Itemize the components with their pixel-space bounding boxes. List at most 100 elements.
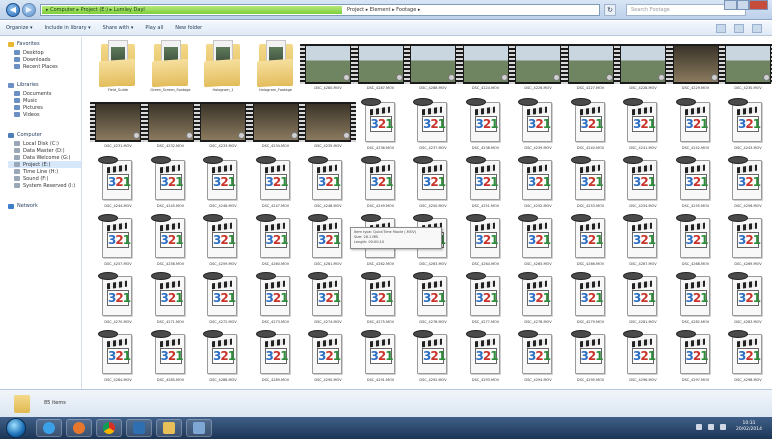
libraries-header[interactable]: Libraries — [8, 82, 81, 88]
new-folder-button[interactable]: New folder — [175, 25, 202, 31]
media-file-item[interactable]: 321 DSC_4256.MOV — [718, 156, 772, 214]
media-file-item[interactable]: 321 DSC_4298.MOV — [718, 330, 772, 388]
media-file-item[interactable]: 321 DSC_4257.MOV — [88, 214, 148, 272]
preview-pane-icon[interactable] — [734, 24, 744, 33]
media-file-item[interactable]: 321 DSC_4241.MOV — [613, 98, 673, 156]
maximize-button[interactable] — [736, 0, 750, 10]
taskbar-explorer-button[interactable] — [156, 419, 182, 437]
taskbar-app-button[interactable] — [186, 419, 212, 437]
media-file-item[interactable]: 321 DSC_4247.MOV — [246, 156, 306, 214]
media-file-item[interactable]: 321 DSC_4259.MOV — [193, 214, 253, 272]
taskbar-ie-button[interactable] — [36, 419, 62, 437]
nav-item-drive-h[interactable]: Time Line (H:) — [8, 168, 81, 175]
network-header[interactable]: Network — [8, 203, 81, 209]
media-file-item[interactable]: 321 DSC_4255.MOV — [666, 156, 726, 214]
video-file-item[interactable]: DSC_4228.MOV — [613, 40, 673, 98]
nav-item-drive-e[interactable]: Project (E:) — [8, 161, 81, 168]
folder-item[interactable]: Green_Screen_Footage — [141, 40, 201, 98]
media-file-item[interactable]: 321 DSC_4244.MOV — [88, 156, 148, 214]
media-file-item[interactable]: 321 DSC_4293.MOV — [456, 330, 516, 388]
network-status-icon[interactable] — [708, 424, 714, 430]
video-file-item[interactable]: DSC_4231.MOV — [88, 98, 148, 156]
minimize-button[interactable] — [724, 0, 737, 10]
media-file-item[interactable]: 321 DSC_4274.MOV — [298, 272, 358, 330]
media-file-item[interactable]: 321 DSC_4239.MOV — [508, 98, 568, 156]
media-file-item[interactable]: 321 DSC_4294.MOV — [508, 330, 568, 388]
media-file-item[interactable]: 321 DSC_4249.MOV — [351, 156, 411, 214]
media-file-item[interactable]: 321 DSC_4252.MOV — [508, 156, 568, 214]
media-file-item[interactable]: 321 DSC_4270.MOV — [88, 272, 148, 330]
video-file-item[interactable]: DSC_4287.MOV — [351, 40, 411, 98]
media-file-item[interactable]: 321 DSC_4297.MOV — [666, 330, 726, 388]
media-file-item[interactable]: 321 DSC_4254.MOV — [613, 156, 673, 214]
media-file-item[interactable]: 321 DSC_4290.MOV — [298, 330, 358, 388]
media-file-item[interactable]: 321 DSC_4265.MOV — [508, 214, 568, 272]
media-file-item[interactable]: 321 DSC_4250.MOV — [403, 156, 463, 214]
media-file-item[interactable]: 321 DSC_4289.MOV — [246, 330, 306, 388]
media-file-item[interactable]: 321 DSC_4269.MOV — [718, 214, 772, 272]
media-file-item[interactable]: 321 DSC_4267.MOV — [613, 214, 673, 272]
nav-item-recent-places[interactable]: Recent Places — [8, 63, 81, 70]
taskbar-chrome-button[interactable] — [96, 419, 122, 437]
media-file-item[interactable]: 321 DSC_4272.MOV — [193, 272, 253, 330]
media-file-item[interactable]: 321 DSC_4245.MOV — [141, 156, 201, 214]
video-file-item[interactable]: DSC_4288.MOV — [403, 40, 463, 98]
address-path-highlight[interactable]: ▸ Computer ▸ Project (E:) ▸ Lumley Dayl — [42, 6, 342, 14]
address-bar[interactable]: ▸ Computer ▸ Project (E:) ▸ Lumley Dayl … — [40, 4, 600, 16]
media-file-item[interactable]: 321 DSC_4266.MOV — [561, 214, 621, 272]
folder-item[interactable]: Hologram_1 — [193, 40, 253, 98]
media-file-item[interactable]: 321 DSC_4284.MOV — [88, 330, 148, 388]
video-file-item[interactable]: DSC_4226.MOV — [508, 40, 568, 98]
media-file-item[interactable]: 321 DSC_4285.MOV — [141, 330, 201, 388]
nav-item-downloads[interactable]: Downloads — [8, 56, 81, 63]
taskbar-media-button[interactable] — [126, 419, 152, 437]
folder-item[interactable]: Hologram_Footage — [246, 40, 306, 98]
media-file-item[interactable]: 321 DSC_4291.MOV — [351, 330, 411, 388]
media-file-item[interactable]: 321 DSC_4292.MOV — [403, 330, 463, 388]
back-button[interactable]: ◀ — [6, 3, 20, 17]
media-file-item[interactable]: 321 DSC_4240.MOV — [561, 98, 621, 156]
favorites-header[interactable]: Favorites — [8, 41, 81, 47]
nav-item-videos[interactable]: Videos — [8, 111, 81, 118]
clock[interactable]: 10:31 20/02/2014 — [732, 421, 766, 433]
volume-icon[interactable] — [720, 424, 726, 430]
video-file-item[interactable]: DSC_4234.MOV — [246, 98, 306, 156]
media-file-item[interactable]: 321 DSC_4286.MOV — [193, 330, 253, 388]
media-file-item[interactable]: 321 DSC_4273.MOV — [246, 272, 306, 330]
help-icon[interactable] — [752, 24, 762, 33]
video-file-item[interactable]: DSC_4235.MOV — [298, 98, 358, 156]
media-file-item[interactable]: 321 DSC_4237.MOV — [403, 98, 463, 156]
media-file-item[interactable]: 321 DSC_4260.MOV — [246, 214, 306, 272]
media-file-item[interactable]: 321 DSC_4238.MOV — [456, 98, 516, 156]
video-file-item[interactable]: DSC_4230.MOV — [718, 40, 772, 98]
nav-item-documents[interactable]: Documents — [8, 90, 81, 97]
share-with-menu[interactable]: Share with ▾ — [103, 25, 134, 31]
media-file-item[interactable]: 321 DSC_4275.MOV — [351, 272, 411, 330]
media-file-item[interactable]: 321 DSC_4296.MOV — [613, 330, 673, 388]
taskbar-firefox-button[interactable] — [66, 419, 92, 437]
media-file-item[interactable]: 321 DSC_4251.MOV — [456, 156, 516, 214]
media-file-item[interactable]: 321 DSC_4279.MOV — [561, 272, 621, 330]
media-file-item[interactable]: 321 DSC_4246.MOV — [193, 156, 253, 214]
media-file-item[interactable]: 321 DSC_4242.MOV — [666, 98, 726, 156]
nav-item-drive-g[interactable]: Data Welcome (G:) — [8, 154, 81, 161]
play-all-button[interactable]: Play all — [145, 25, 163, 31]
organize-menu[interactable]: Organize ▾ — [6, 25, 33, 31]
change-view-icon[interactable] — [716, 24, 726, 33]
media-file-item[interactable]: 321 DSC_4268.MOV — [666, 214, 726, 272]
forward-button[interactable]: ▶ — [22, 3, 36, 17]
media-file-item[interactable]: 321 DSC_4264.MOV — [456, 214, 516, 272]
media-file-item[interactable]: 321 DSC_4295.MOV — [561, 330, 621, 388]
video-file-item[interactable]: DSC_4233.MOV — [193, 98, 253, 156]
video-file-item[interactable]: DSC_4280.MOV — [298, 40, 358, 98]
media-file-item[interactable]: 321 DSC_4276.MOV — [403, 272, 463, 330]
video-file-item[interactable]: DSC_4224.MOV — [456, 40, 516, 98]
media-file-item[interactable]: 321 DSC_4248.MOV — [298, 156, 358, 214]
include-in-library-menu[interactable]: Include in library ▾ — [45, 25, 91, 31]
address-path-rest[interactable]: Project ▸ Element ▸ Footage ▸ — [347, 6, 420, 14]
tray-arrow-icon[interactable] — [696, 424, 702, 430]
media-file-item[interactable]: 321 DSC_4236.MOV — [351, 98, 411, 156]
start-button[interactable] — [6, 418, 26, 438]
media-file-item[interactable]: 321 DSC_4281.MOV — [613, 272, 673, 330]
nav-item-desktop[interactable]: Desktop — [8, 49, 81, 56]
